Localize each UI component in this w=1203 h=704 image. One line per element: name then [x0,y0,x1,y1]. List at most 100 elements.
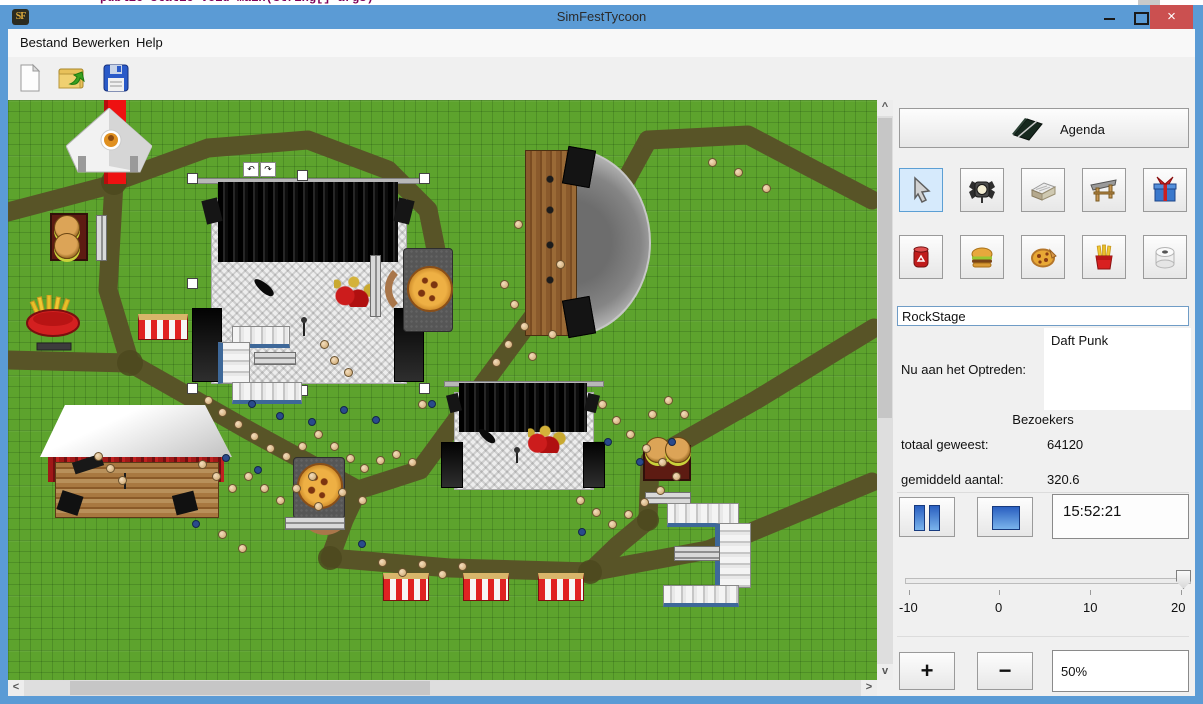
bench[interactable] [254,352,296,365]
vscroll-thumb[interactable] [878,118,892,418]
save-file-button[interactable] [100,62,132,94]
menu-bewerken[interactable]: Bewerken [64,29,138,57]
now-performing-value: Daft Punk [1051,333,1108,348]
slider-tick [1090,590,1091,595]
visitors-total-value: 64120 [1047,437,1083,452]
open-file-button[interactable] [56,62,88,94]
tool-stage[interactable] [1021,168,1065,212]
agenda-label: Agenda [1060,122,1105,137]
striped-stall-2[interactable] [463,573,509,601]
scroll-right-icon[interactable]: > [861,680,877,696]
scroll-up-icon[interactable]: ^ [877,100,893,116]
pizza-icon [1028,242,1058,272]
clock-value: 15:52:21 [1063,503,1121,520]
toilet-block-left[interactable] [216,326,311,406]
pause-icon [929,505,940,531]
selection-handle[interactable] [187,383,198,394]
visitors-avg-label: gemiddeld aantal: [901,472,1004,487]
visitors-avg-value: 320.6 [1047,472,1080,487]
slider-label-0: 0 [995,600,1002,615]
scroll-down-icon[interactable]: v [877,664,893,680]
now-performing-label: Nu aan het Optreden: [901,362,1026,377]
visitors-header: Bezoekers [897,412,1189,427]
minimize-icon [1104,18,1115,20]
bench[interactable] [96,215,107,261]
burger-icon [967,242,997,272]
title-bar[interactable]: SF SimFestTycoon × [0,5,1203,29]
stage-platform-icon [1028,175,1058,205]
pizza-stand-top[interactable] [375,248,453,332]
minimize-button[interactable] [1095,5,1125,29]
map-hscrollbar[interactable]: < > [8,680,877,696]
tool-pizza[interactable] [1021,235,1065,279]
save-floppy-icon [100,62,132,94]
hscroll-thumb[interactable] [70,681,430,695]
selection-handle[interactable] [419,383,430,394]
gift-icon [1150,175,1180,205]
tool-burger[interactable] [960,235,1004,279]
map-vscrollbar[interactable]: ^ v [877,100,893,680]
agenda-book-icon [1010,115,1046,143]
side-panel: Agenda [897,100,1195,696]
slider-label-max: 20 [1171,600,1185,615]
stop-icon [992,506,1020,530]
tool-spotlight[interactable] [960,168,1004,212]
menu-help[interactable]: Help [128,29,171,57]
agenda-button[interactable]: Agenda [899,108,1189,148]
tool-select[interactable] [899,168,943,212]
visitors-total-label: totaal geweest: [901,437,988,452]
rotate-ccw-icon[interactable]: ↶ [243,162,259,177]
stop-button[interactable] [977,497,1033,537]
menu-bar: Bestand Bewerken Help [8,29,1195,58]
burger-stand-left[interactable] [50,213,88,261]
selection-handle[interactable] [187,173,198,184]
selection-handle[interactable] [187,278,198,289]
zoom-level-value: 50% [1061,664,1087,679]
window-content: Bestand Bewerken Help [8,29,1195,696]
slider-label-10: 10 [1083,600,1097,615]
selection-handle[interactable] [297,170,308,181]
slider-tick [999,590,1000,595]
burger-stand-right[interactable] [643,437,691,489]
window-title: SimFestTycoon [0,9,1203,24]
fries-stand[interactable] [25,295,83,355]
clock-display: 15:52:21 [1052,494,1189,539]
toolbar [8,57,1195,101]
slider-thumb[interactable] [1176,570,1191,589]
striped-stall-1[interactable] [383,573,429,601]
scroll-left-icon[interactable]: < [8,680,24,696]
zoom-level-field[interactable]: 50% [1052,650,1189,692]
tool-trash[interactable] [899,235,943,279]
pause-button[interactable] [899,497,955,537]
rotate-cw-icon[interactable]: ↷ [260,162,276,177]
speed-slider[interactable] [905,578,1191,584]
maximize-icon [1134,12,1149,25]
entrance-tent[interactable] [66,108,152,176]
gate-icon [1089,175,1119,205]
festival-map[interactable]: ↶ ↷ [8,100,877,680]
amphitheater-stage[interactable] [525,148,651,337]
toilet-roll-icon [1150,242,1180,272]
zoom-in-button[interactable]: + [899,652,955,690]
selection-handle[interactable] [419,173,430,184]
bench[interactable] [370,255,381,317]
pizza-stand-bottom[interactable] [283,455,355,530]
app-window: SF SimFestTycoon × Bestand Bewerken Help [0,5,1203,704]
tool-gate[interactable] [1082,168,1126,212]
tool-gift[interactable] [1143,168,1187,212]
tool-toilet-roll[interactable] [1143,235,1187,279]
striped-stall-left[interactable] [138,314,188,340]
trash-bin-icon [906,242,936,272]
striped-stall-3[interactable] [538,573,584,601]
center-stage[interactable] [441,381,605,491]
bench[interactable] [674,546,720,561]
zoom-out-button[interactable]: − [977,652,1033,690]
slider-tick [909,590,910,595]
slider-tick [1181,590,1182,595]
white-stage[interactable] [40,405,232,518]
stage-name-field[interactable]: RockStage [897,306,1189,326]
close-button[interactable]: × [1150,5,1193,29]
new-file-button[interactable] [14,62,46,94]
tool-fries[interactable] [1082,235,1126,279]
spotlight-icon [967,175,997,205]
